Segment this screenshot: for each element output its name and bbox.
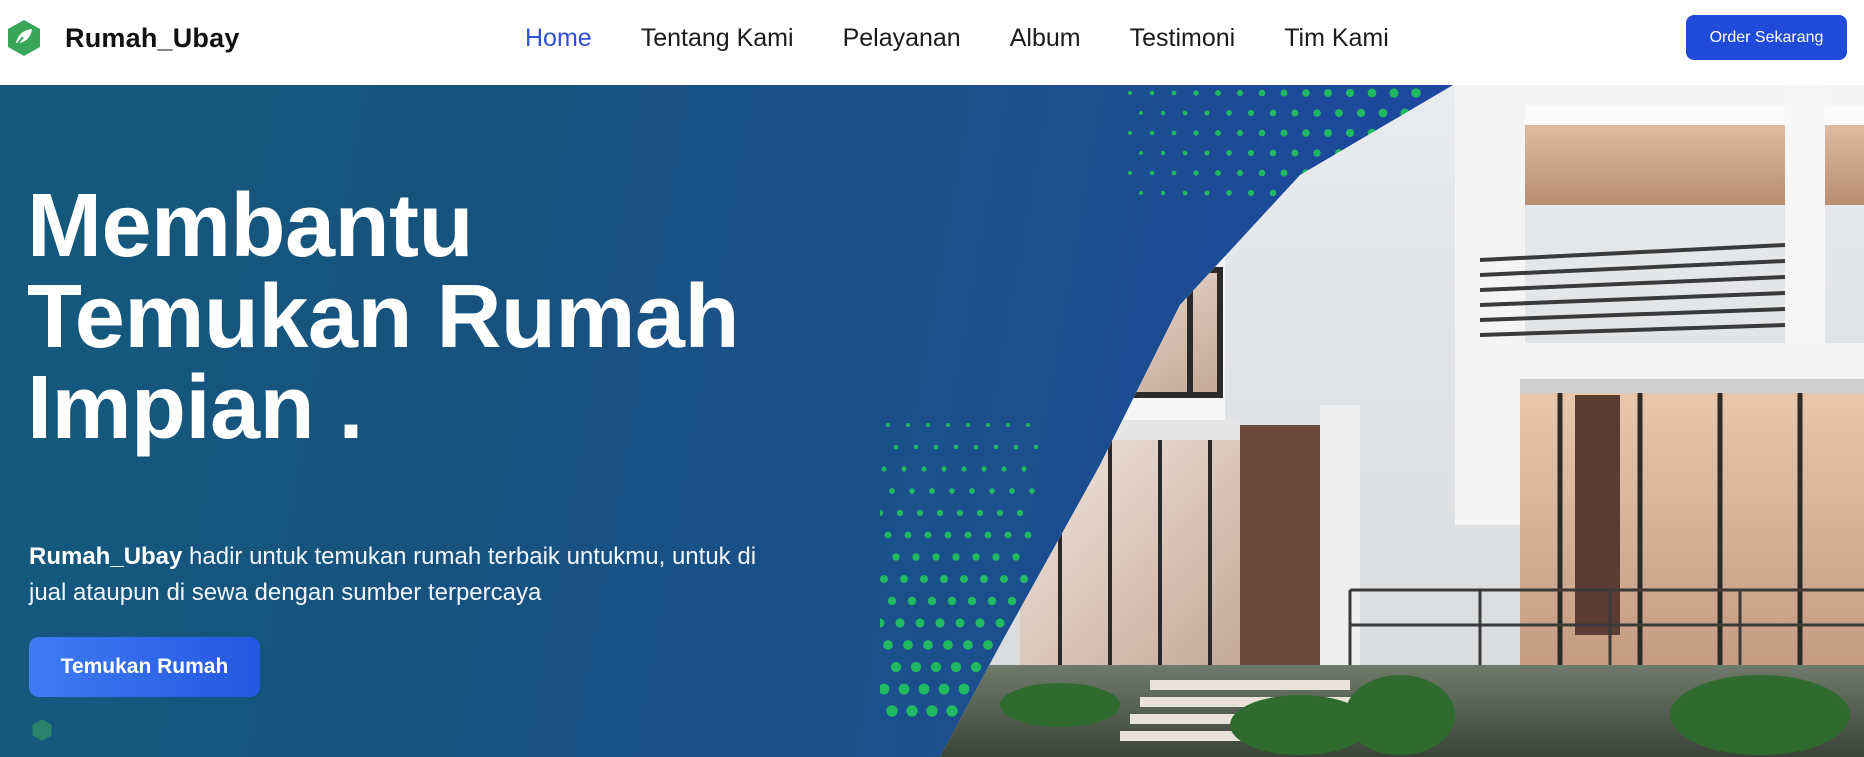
hero-description-brand: Rumah_Ubay xyxy=(29,543,183,570)
house-leaf-icon xyxy=(32,719,52,741)
main-nav: Home Tentang Kami Pelayanan Album Testim… xyxy=(525,18,1389,58)
hero-title-line-3: Impian . xyxy=(27,358,364,458)
nav-pelayanan[interactable]: Pelayanan xyxy=(843,24,961,53)
hero-title: Membantu Temukan Rumah Impian . xyxy=(27,181,827,454)
hero-title-line-2: Temukan Rumah xyxy=(27,267,739,367)
find-house-button[interactable]: Temukan Rumah xyxy=(29,637,260,697)
brand-name: Rumah_Ubay xyxy=(65,22,240,53)
hero-description: Rumah_Ubay hadir untuk temukan rumah ter… xyxy=(29,539,789,611)
nav-tentang-kami[interactable]: Tentang Kami xyxy=(641,24,794,53)
nav-home[interactable]: Home xyxy=(525,24,592,53)
modern-house-photo xyxy=(880,85,1864,757)
house-leaf-icon xyxy=(8,20,40,56)
hero-title-line-1: Membantu xyxy=(27,176,474,276)
hero-section: Membantu Temukan Rumah Impian . Rumah_Ub… xyxy=(0,85,1864,757)
nav-tim-kami[interactable]: Tim Kami xyxy=(1284,24,1389,53)
brand[interactable]: Rumah_Ubay xyxy=(4,18,240,58)
nav-album[interactable]: Album xyxy=(1010,24,1081,53)
nav-testimoni[interactable]: Testimoni xyxy=(1130,24,1236,53)
order-now-button[interactable]: Order Sekarang xyxy=(1686,15,1847,60)
navbar: Rumah_Ubay Home Tentang Kami Pelayanan A… xyxy=(0,0,1864,85)
